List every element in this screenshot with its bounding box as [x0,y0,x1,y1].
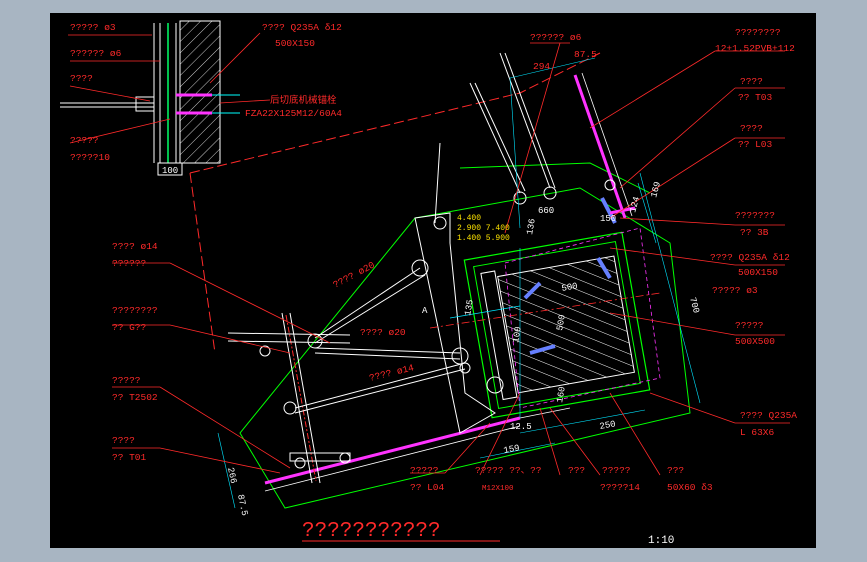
label: ?? T2502 [112,392,158,403]
label: 500X500 [735,336,775,347]
label: ????? [112,375,141,386]
label: ???? [70,73,93,84]
label: ???? ø20 [331,259,377,290]
label: ??? [568,465,585,476]
label: ????? ø3 [70,22,116,33]
dim-text: 159 [503,443,521,456]
dim-text: 12.5 [510,422,532,432]
elevation-text: 4.400 [457,214,481,223]
label: ???? [740,123,763,134]
label: ?????10 [70,152,110,163]
label: ???? ø20 [360,327,406,338]
label: ???? ø14 [368,362,415,384]
label: 500X150 [738,267,778,278]
dimensions: 100 294 87.5 660 136 150 169 124 500 500… [162,49,701,517]
dim-text: 294 [533,61,550,72]
labels: ????? ø3 ?????? ø6 ???? ????? ?????10 ??… [70,22,797,493]
label: ????? [602,465,631,476]
label: ?? 3B [740,227,769,238]
main-assembly [189,52,701,509]
section-letter: A [422,306,428,316]
label: 12+1.52PVB+112 [715,43,795,54]
label: ???????? [735,27,781,38]
label: ?? L03 [738,139,773,150]
drawing-title: ??????????? [302,520,441,543]
label: ?? G?? [112,322,146,333]
dim-text: 87.5 [235,494,249,517]
label: ?? L04 [410,482,445,493]
label: FZA22X125M12/60A4 [245,108,342,119]
dim-text: 700 [687,296,701,314]
label: ???????? [112,305,158,316]
drawing-canvas: ????? ø3 ?????? ø6 ???? ????? ?????10 ??… [50,13,816,548]
label: ????? ø3 [712,285,758,296]
label: ??? [667,465,684,476]
label: ????? [410,465,439,476]
label: 500X150 [275,38,315,49]
dim-text: 136 [525,218,538,236]
label: ?? T01 [112,452,147,463]
dim-text: 169 [649,181,663,199]
dim-text: 266 [225,467,238,485]
elevation-text: 2.900 7.400 [457,224,510,233]
label: 50X60 δ3 [667,482,713,493]
dim-text: 160 [555,386,568,404]
cad-drawing: ????? ø3 ?????? ø6 ???? ????? ?????10 ??… [60,20,797,547]
dim-text: 150 [600,214,616,224]
label: ???? Q235A δ12 [710,252,790,263]
label: ?????? ø6 [530,32,582,43]
label: ???? ø14 [112,241,158,252]
label: 后切底机械锚栓 [270,94,337,106]
dim-text: 87.5 [574,49,597,60]
label: ???? Q235A [740,410,797,421]
dim-text: 660 [538,206,554,216]
dim-text: 124 [628,196,642,214]
label: ?????? ø6 [70,48,122,59]
label: ???? Q235A δ12 [262,22,342,33]
dim-text: 100 [162,166,178,176]
label: ?????? [112,258,146,269]
label: ???? [112,435,135,446]
label: ??????? [735,210,775,221]
label: ????? [70,135,99,146]
label: L 63X6 [740,427,775,438]
label: ????? ??、?? [475,465,542,476]
label: ????? [735,320,764,331]
label: ???? [740,76,763,87]
drawing-scale: 1:10 [648,535,674,547]
label: M12X100 [482,485,514,493]
elevation-text: 1.400 5.900 [457,234,510,243]
label: ?? T03 [738,92,773,103]
dim-text: 250 [599,419,617,432]
label: ?????14 [600,482,640,493]
